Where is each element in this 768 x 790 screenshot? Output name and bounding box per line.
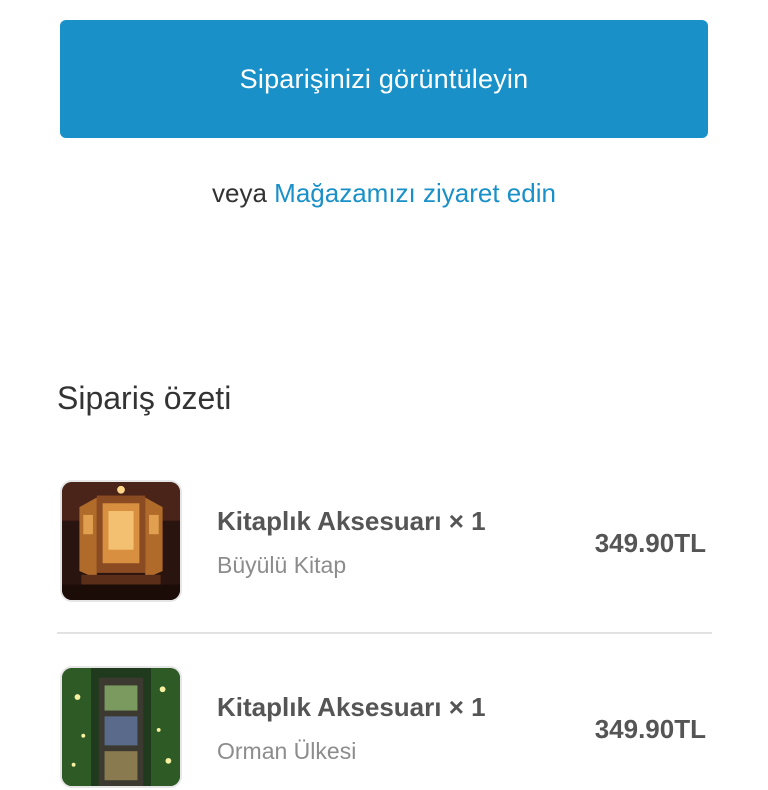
forest-land-diorama-image (62, 668, 180, 786)
item-name: Kitaplık Aksesuarı × 1 (217, 506, 486, 536)
or-text: veya (212, 178, 267, 208)
magic-book-diorama-image (62, 482, 180, 600)
order-summary-title: Sipariş özeti (57, 380, 232, 416)
item-name: Kitaplık Aksesuarı × 1 (217, 692, 486, 722)
view-order-button[interactable]: Siparişinizi görüntüleyin (60, 20, 708, 138)
item-variant: Orman Ülkesi (217, 738, 357, 764)
store-link-row: veya Mağazamızı ziyaret edin (0, 178, 768, 209)
product-thumbnail (60, 480, 182, 602)
visit-store-link[interactable]: Mağazamızı ziyaret edin (274, 178, 556, 208)
item-price: 349.90TL (594, 528, 706, 558)
product-thumbnail (60, 666, 182, 788)
order-item: Kitaplık Aksesuarı × 1 Büyülü Kitap 349.… (60, 480, 712, 604)
order-item: Kitaplık Aksesuarı × 1 Orman Ülkesi 349.… (60, 666, 712, 790)
item-divider (57, 632, 712, 634)
item-price: 349.90TL (594, 714, 706, 744)
item-variant: Büyülü Kitap (217, 552, 347, 578)
